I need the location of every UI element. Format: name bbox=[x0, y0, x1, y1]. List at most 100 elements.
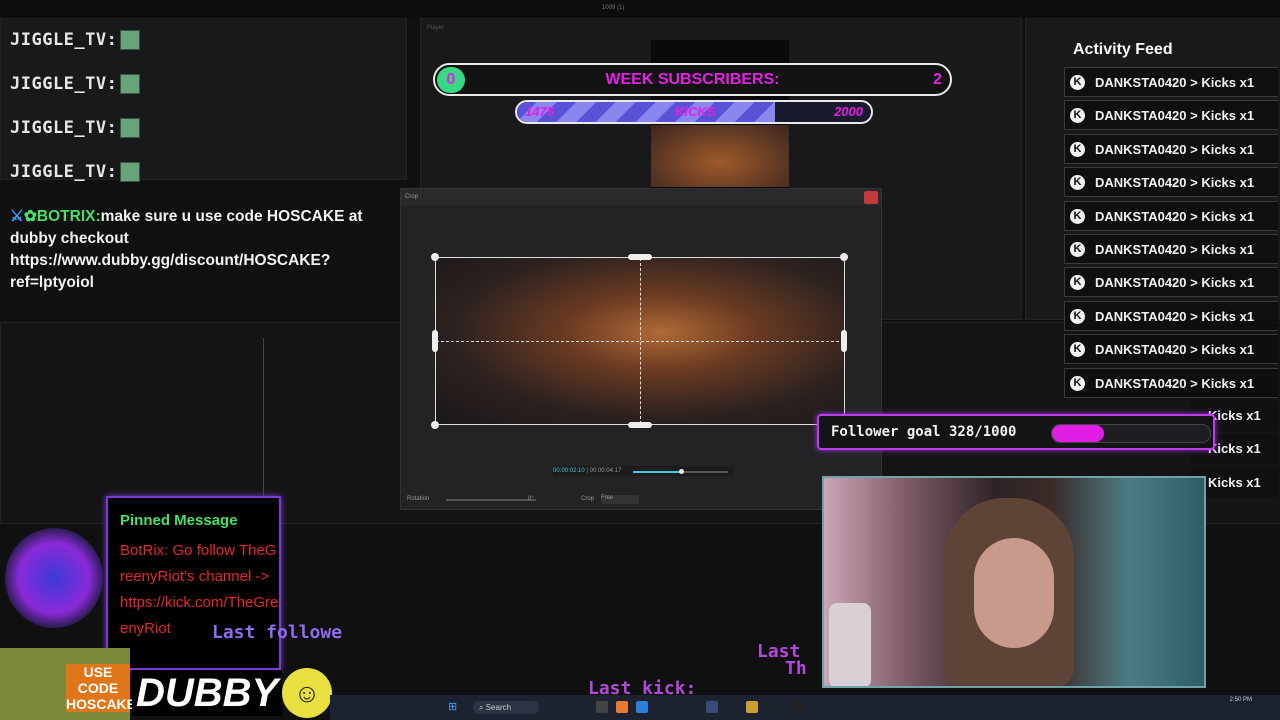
use-code-text: USE CODE HOSCAKE bbox=[66, 664, 137, 712]
chat-username: JIGGLE_TV: bbox=[10, 162, 118, 182]
taskbar-search-label: Search bbox=[485, 703, 512, 712]
sub-goal-target: 2 bbox=[933, 71, 942, 88]
feed-item: K DANKSTA0420 > Kicks x1 bbox=[1064, 200, 1278, 231]
crop-video-frame bbox=[435, 257, 845, 425]
taskbar-search[interactable]: ⌕ Search bbox=[473, 701, 539, 714]
kick-icon: K bbox=[1070, 342, 1085, 358]
feed-item-label: Kicks x1 bbox=[1208, 474, 1261, 490]
kick-goal-start: 1475 bbox=[525, 104, 554, 119]
taskbar-clock: 2:50 PM bbox=[1229, 697, 1252, 703]
crop-handle-bottom[interactable] bbox=[628, 422, 652, 428]
editor-titlebar: 1009 (1) bbox=[0, 0, 1280, 18]
feed-item-label: Kicks x1 bbox=[1208, 441, 1261, 457]
feed-item-label: Kicks x1 bbox=[1208, 408, 1261, 423]
scrub-handle[interactable] bbox=[679, 469, 684, 474]
feed-item-label: DANKSTA0420 > Kicks x1 bbox=[1095, 75, 1255, 90]
rotation-label: Rotation bbox=[407, 496, 430, 502]
kick-icon: K bbox=[1070, 175, 1085, 191]
timeline-playhead[interactable] bbox=[263, 338, 264, 518]
activity-feed-title: Activity Feed bbox=[1073, 41, 1173, 58]
crop-dialog-title: Crop bbox=[401, 189, 881, 205]
sword-icon: ⚔ bbox=[10, 208, 24, 225]
tiktok-icon[interactable] bbox=[793, 701, 805, 713]
feed-item: K DANKSTA0420 > Kicks x1 bbox=[1064, 67, 1278, 97]
bot-chat-message: ⚔✿BOTRIX:make sure u use code HOSCAKE at… bbox=[10, 206, 402, 294]
follower-goal-text: Follower goal 328/1000 bbox=[831, 424, 1017, 440]
feed-item-label: DANKSTA0420 > Kicks x1 bbox=[1095, 208, 1255, 224]
pinned-message: Pinned Message BotRix: Go follow TheGree… bbox=[106, 496, 281, 670]
headset-icon bbox=[829, 603, 871, 686]
feed-item-label: DANKSTA0420 > Kicks x1 bbox=[1095, 108, 1255, 124]
time-current: 00:00:02:10 bbox=[553, 468, 585, 474]
chat-username: JIGGLE_TV: bbox=[10, 30, 118, 50]
cake-logo bbox=[5, 528, 103, 628]
feed-item: K DANKSTA0420 > Kicks x1 bbox=[1064, 167, 1278, 198]
time-total: 00:00:04:17 bbox=[589, 468, 622, 474]
feed-item-label: DANKSTA0420 > Kicks x1 bbox=[1095, 175, 1255, 191]
feed-item: K DANKSTA0420 > Kicks x1 bbox=[1064, 133, 1278, 164]
taskview-icon[interactable] bbox=[596, 701, 608, 713]
crop-guide-h bbox=[436, 341, 844, 342]
follower-goal-track bbox=[1051, 424, 1211, 443]
dubby-brand: DUBBY bbox=[132, 670, 283, 716]
kick-goal-label: KICKS bbox=[675, 104, 716, 119]
emote-icon bbox=[120, 162, 141, 182]
chat-username: JIGGLE_TV: bbox=[10, 118, 118, 138]
app-icon[interactable] bbox=[706, 701, 718, 713]
windows-start-icon[interactable]: ⊞ bbox=[448, 700, 457, 713]
kick-icon: K bbox=[1070, 308, 1085, 324]
kick-icon: K bbox=[1070, 375, 1085, 391]
pinned-title: Pinned Message bbox=[120, 512, 238, 529]
feed-item: K DANKSTA0420 > Kicks x1 bbox=[1064, 100, 1278, 131]
feed-item-label: DANKSTA0420 > Kicks x1 bbox=[1095, 141, 1255, 157]
rotation-slider[interactable] bbox=[446, 499, 536, 501]
crop-handle-bl[interactable] bbox=[431, 421, 439, 429]
emote-icon bbox=[120, 74, 141, 94]
dubby-smiley-icon: ☺ bbox=[282, 668, 332, 718]
kick-icon: K bbox=[1070, 275, 1085, 291]
kick-goal-bar: 1475 KICKS 2000 bbox=[515, 100, 873, 124]
feed-item: K DANKSTA0420 > Kicks x1 bbox=[1064, 300, 1278, 331]
feed-item-label: DANKSTA0420 > Kicks x1 bbox=[1095, 242, 1255, 257]
scrub-slider[interactable] bbox=[633, 469, 728, 474]
kick-goal-end: 2000 bbox=[834, 104, 863, 119]
last-sub-name: Th bbox=[785, 658, 807, 679]
feed-item: K DANKSTA0420 > Kicks x1 bbox=[1064, 334, 1278, 365]
chat-line: JIGGLE_TV: bbox=[10, 74, 141, 94]
emote-icon bbox=[120, 118, 141, 138]
app-icon[interactable] bbox=[616, 701, 628, 713]
follower-goal: Follower goal 328/1000 bbox=[817, 414, 1215, 450]
crop-ratio-select[interactable]: Free bbox=[601, 495, 639, 504]
crop-handle-tr[interactable] bbox=[840, 253, 848, 261]
crop-handle-left[interactable] bbox=[432, 330, 438, 352]
feed-item-label: DANKSTA0420 > Kicks x1 bbox=[1095, 342, 1255, 358]
feed-item: K DANKSTA0420 > Kicks x1 bbox=[1064, 234, 1278, 264]
crop-handle-top[interactable] bbox=[628, 254, 652, 260]
crop-label: Crop bbox=[581, 496, 595, 502]
chat-username: JIGGLE_TV: bbox=[10, 74, 118, 94]
search-icon: ⌕ bbox=[479, 703, 486, 712]
kick-icon: K bbox=[1070, 75, 1085, 90]
chat-line: JIGGLE_TV: bbox=[10, 30, 141, 50]
windows-taskbar: ⌕ Search ⊞ 2:50 PM bbox=[330, 695, 1280, 720]
rotation-value[interactable]: 0° bbox=[528, 496, 534, 502]
kick-icon: K bbox=[1070, 141, 1085, 157]
crop-handle-right[interactable] bbox=[841, 330, 847, 352]
feed-item-label: DANKSTA0420 > Kicks x1 bbox=[1095, 308, 1255, 324]
bot-username: BOTRIX: bbox=[36, 208, 101, 225]
mod-badge-icon: ✿ bbox=[23, 208, 37, 225]
feed-item: K DANKSTA0420 > Kicks x1 bbox=[1064, 367, 1278, 398]
feed-item-label: DANKSTA0420 > Kicks x1 bbox=[1095, 275, 1255, 291]
emote-icon bbox=[120, 30, 141, 50]
sub-goal-title: WEEK SUBSCRIBERS: bbox=[605, 71, 780, 88]
kick-icon: K bbox=[1070, 242, 1085, 257]
app-icon[interactable] bbox=[746, 701, 758, 713]
streamer-face bbox=[974, 538, 1054, 648]
close-button[interactable] bbox=[864, 191, 878, 204]
crop-handle-tl[interactable] bbox=[431, 253, 439, 261]
chat-line: JIGGLE_TV: bbox=[10, 118, 141, 138]
app-icon[interactable] bbox=[636, 701, 648, 713]
chat-line: JIGGLE_TV: bbox=[10, 162, 141, 182]
feed-item: K DANKSTA0420 > Kicks x1 bbox=[1064, 267, 1278, 298]
follower-goal-fill bbox=[1052, 425, 1104, 442]
